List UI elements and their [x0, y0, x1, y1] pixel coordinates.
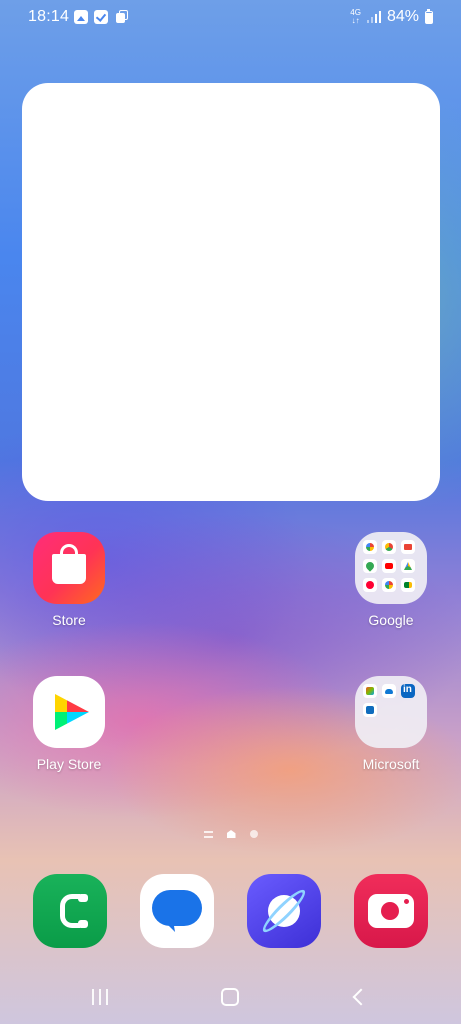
- gmail-icon: [401, 540, 415, 554]
- battery-charging-icon: [425, 8, 433, 24]
- folder-icon[interactable]: [355, 676, 427, 748]
- app-play-store[interactable]: Play Store: [14, 676, 124, 772]
- recents-button[interactable]: [80, 983, 120, 1011]
- page-dot[interactable]: [249, 830, 258, 838]
- google-icon: [363, 540, 377, 554]
- app-label: Play Store: [36, 756, 102, 772]
- network-type-icon: 4G ↓↑: [350, 9, 361, 25]
- folder-microsoft[interactable]: Microsoft: [336, 676, 446, 772]
- meet-icon: [401, 578, 415, 592]
- youtube-music-icon: [363, 578, 377, 592]
- chrome-icon: [382, 540, 396, 554]
- gallery-icon: [74, 10, 88, 24]
- camera-icon[interactable]: [354, 874, 428, 948]
- page-indicator[interactable]: [0, 830, 461, 838]
- play-store-icon[interactable]: [33, 676, 105, 748]
- folder-label: Microsoft: [362, 756, 420, 772]
- galaxy-store-icon[interactable]: [33, 532, 105, 604]
- home-page-icon[interactable]: [226, 830, 236, 838]
- battery-percent: 84%: [386, 8, 419, 25]
- copy-icon: [114, 10, 128, 24]
- drive-icon: [401, 559, 415, 573]
- back-icon: [352, 988, 370, 1006]
- outlook-icon: [363, 703, 377, 717]
- home-icon: [221, 988, 239, 1006]
- onedrive-icon: [382, 684, 396, 698]
- home-widget[interactable]: [22, 83, 440, 501]
- notification-icons: [74, 10, 128, 24]
- signal-strength-icon: [366, 11, 381, 23]
- page-list-icon[interactable]: [203, 830, 213, 838]
- youtube-icon: [382, 559, 396, 573]
- office-icon: [363, 684, 377, 698]
- network-activity-arrows: ↓↑: [351, 16, 360, 25]
- back-button[interactable]: [338, 983, 378, 1011]
- status-time: 18:14: [28, 8, 70, 25]
- system-indicators: 4G ↓↑ 84%: [350, 8, 433, 26]
- folder-icon[interactable]: [355, 532, 427, 604]
- navigation-bar: [0, 975, 461, 1015]
- phone-icon[interactable]: [33, 874, 107, 948]
- status-bar: 18:14 4G ↓↑ 84%: [0, 0, 461, 36]
- linkedin-icon: [401, 684, 415, 698]
- check-icon: [94, 10, 108, 24]
- folder-label: Google: [368, 612, 414, 628]
- photos-icon: [382, 578, 396, 592]
- home-button[interactable]: [210, 983, 250, 1011]
- internet-icon[interactable]: [247, 874, 321, 948]
- folder-google[interactable]: Google: [336, 532, 446, 628]
- maps-icon: [363, 559, 377, 573]
- messages-icon[interactable]: [140, 874, 214, 948]
- app-label: Store: [52, 612, 86, 628]
- app-store[interactable]: Store: [14, 532, 124, 628]
- recents-icon: [92, 989, 94, 1005]
